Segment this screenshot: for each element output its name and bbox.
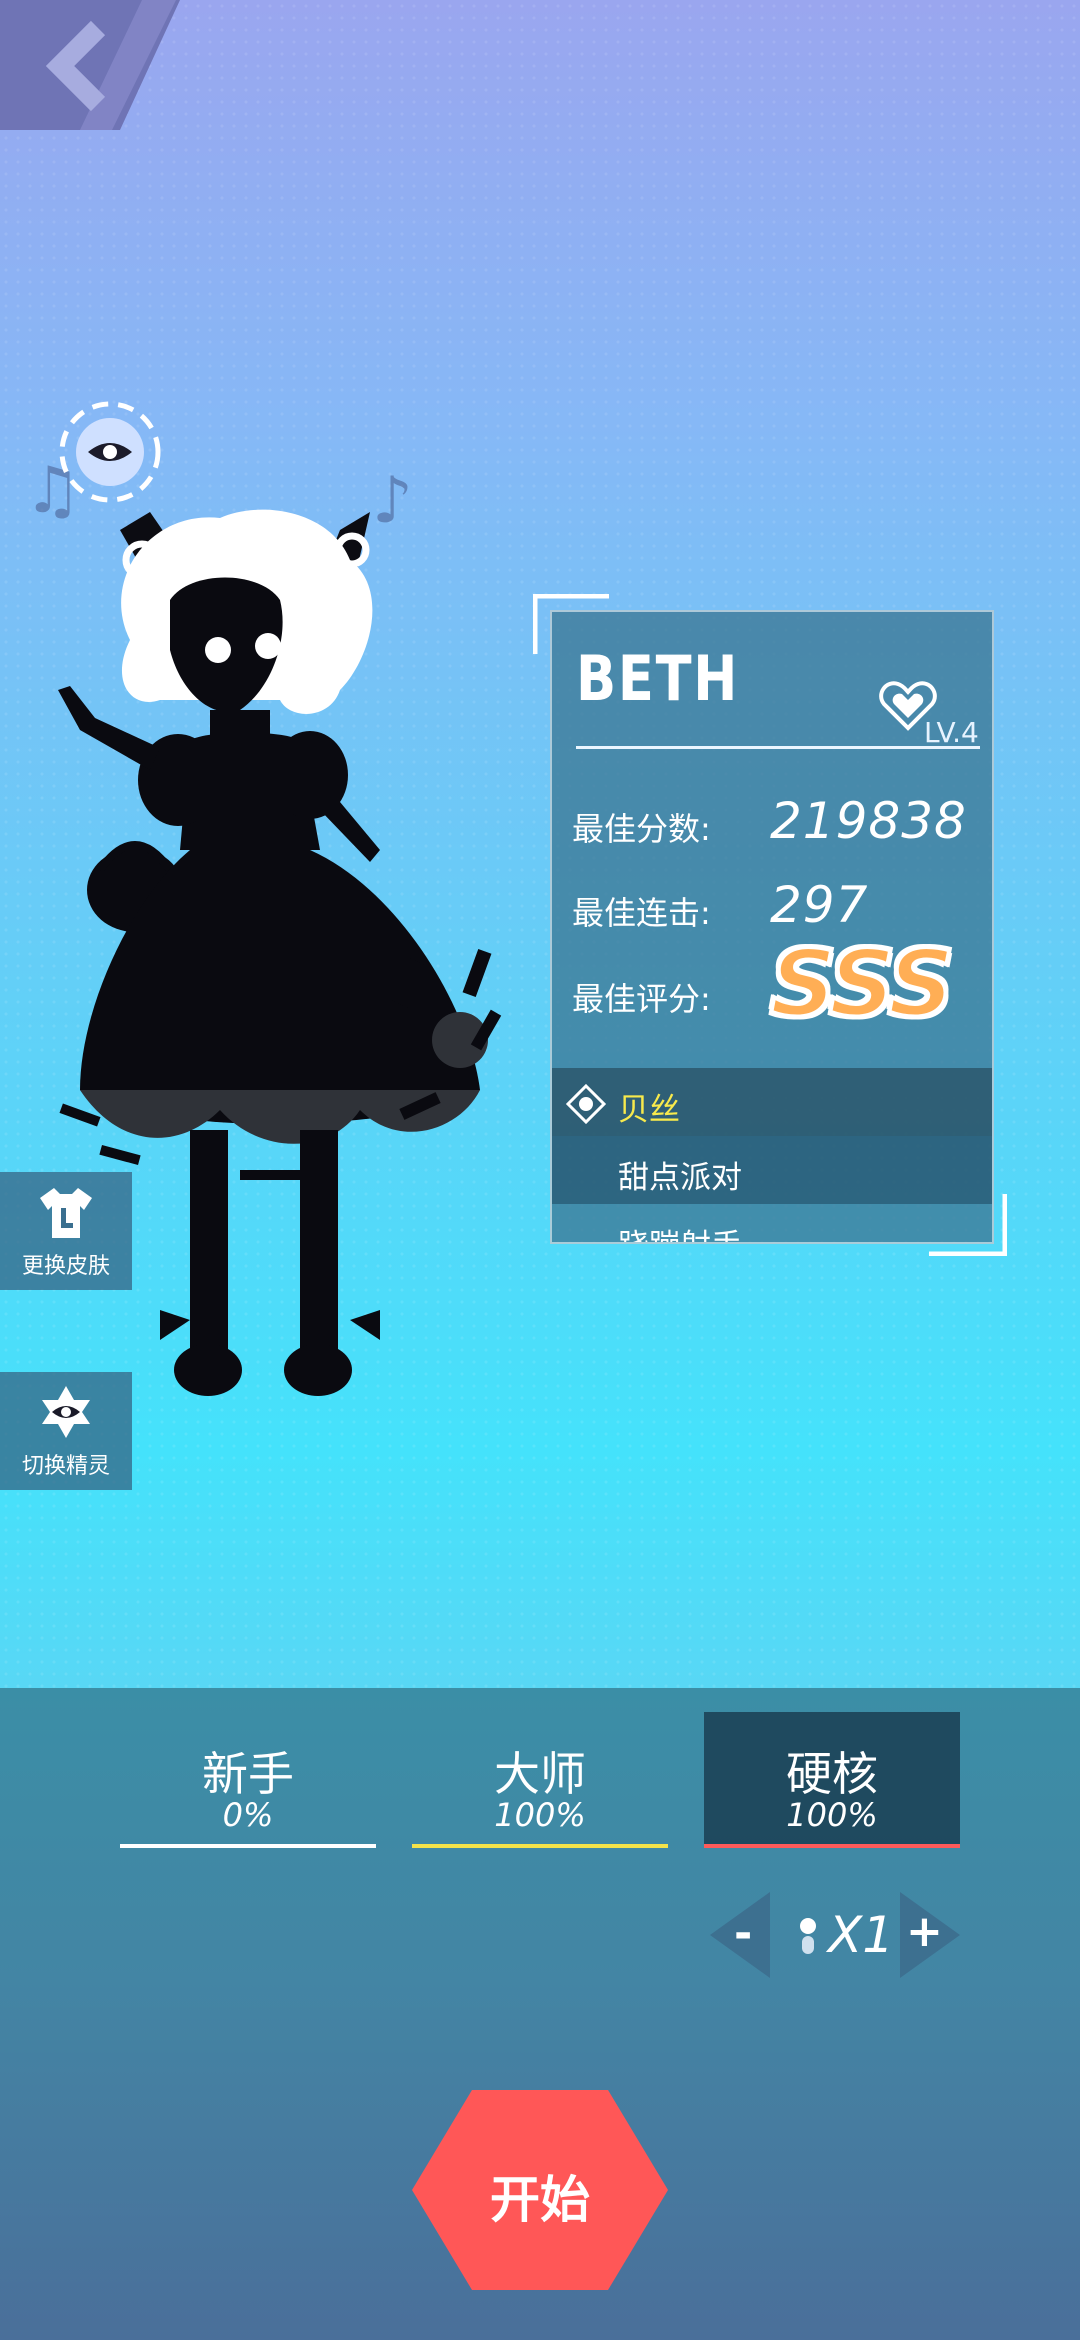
difficulty-name: 硬核 bbox=[786, 1747, 878, 1801]
switch-pet-button[interactable]: 切换精灵 bbox=[0, 1372, 132, 1490]
difficulty-master-tab[interactable]: 大师 100% bbox=[412, 1712, 668, 1848]
best-combo-row: 最佳连击: 297 bbox=[572, 876, 982, 936]
switch-pet-label: 切换精灵 bbox=[21, 1454, 110, 1479]
change-skin-label: 更换皮肤 bbox=[21, 1254, 110, 1279]
best-score-label: 最佳分数: bbox=[572, 810, 711, 848]
speed-value: X1 bbox=[828, 1906, 895, 1964]
character-name: BETH bbox=[576, 642, 740, 715]
skin-item-label: 贝丝 bbox=[618, 1092, 680, 1128]
best-score-value: 219838 bbox=[770, 792, 967, 850]
difficulty-hardcore-tab[interactable]: 硬核 100% bbox=[704, 1712, 960, 1848]
speed-indicator-icon bbox=[798, 1916, 818, 1956]
speed-increase-button[interactable]: + bbox=[900, 1892, 960, 1978]
difficulty-percent: 0% bbox=[222, 1796, 274, 1834]
start-button[interactable]: 开始 bbox=[412, 2090, 668, 2290]
skin-item[interactable]: 甜点派对 bbox=[552, 1136, 992, 1204]
difficulty-percent: 100% bbox=[494, 1796, 586, 1834]
best-combo-value: 297 bbox=[770, 876, 869, 934]
difficulty-underline bbox=[120, 1844, 376, 1848]
back-button[interactable] bbox=[0, 0, 190, 130]
difficulty-underline bbox=[704, 1844, 960, 1848]
difficulty-underline bbox=[412, 1844, 668, 1848]
skin-item-label: 甜点派对 bbox=[618, 1160, 742, 1196]
character-level: LV.4 bbox=[924, 716, 979, 749]
plus-icon: + bbox=[906, 1906, 943, 1957]
difficulty-name: 新手 bbox=[202, 1747, 294, 1801]
chevron-left-icon bbox=[0, 0, 180, 130]
shirt-icon bbox=[40, 1188, 92, 1238]
character-stats-panel: BETH LV.4 最佳分数: 219838 最佳连击: 297 最佳评分: S… bbox=[550, 610, 994, 1244]
best-grade-label: 最佳评分: bbox=[572, 980, 711, 1018]
best-combo-label: 最佳连击: bbox=[572, 894, 711, 932]
speed-control: - X1 + bbox=[710, 1892, 960, 1982]
name-divider bbox=[576, 746, 980, 749]
best-grade-badge: SSS bbox=[768, 928, 956, 1039]
skin-list[interactable]: 贝丝 甜点派对 跷蹦射手 bbox=[552, 1068, 992, 1242]
speed-decrease-button[interactable]: - bbox=[710, 1892, 770, 1978]
change-skin-button[interactable]: 更换皮肤 bbox=[0, 1172, 132, 1290]
selected-diamond-icon bbox=[566, 1084, 606, 1124]
best-score-row: 最佳分数: 219838 bbox=[572, 792, 982, 852]
skin-item-label: 跷蹦射手 bbox=[618, 1220, 742, 1242]
minus-icon: - bbox=[734, 1908, 753, 1959]
start-label: 开始 bbox=[490, 2171, 590, 2229]
difficulty-novice-tab[interactable]: 新手 0% bbox=[120, 1712, 376, 1848]
difficulty-percent: 100% bbox=[786, 1796, 878, 1834]
eye-icon bbox=[42, 1386, 90, 1438]
pet-eye-icon[interactable] bbox=[58, 400, 162, 504]
skin-item[interactable]: 贝丝 bbox=[552, 1068, 992, 1136]
difficulty-name: 大师 bbox=[494, 1747, 586, 1801]
skin-item[interactable]: 跷蹦射手 bbox=[552, 1204, 992, 1242]
